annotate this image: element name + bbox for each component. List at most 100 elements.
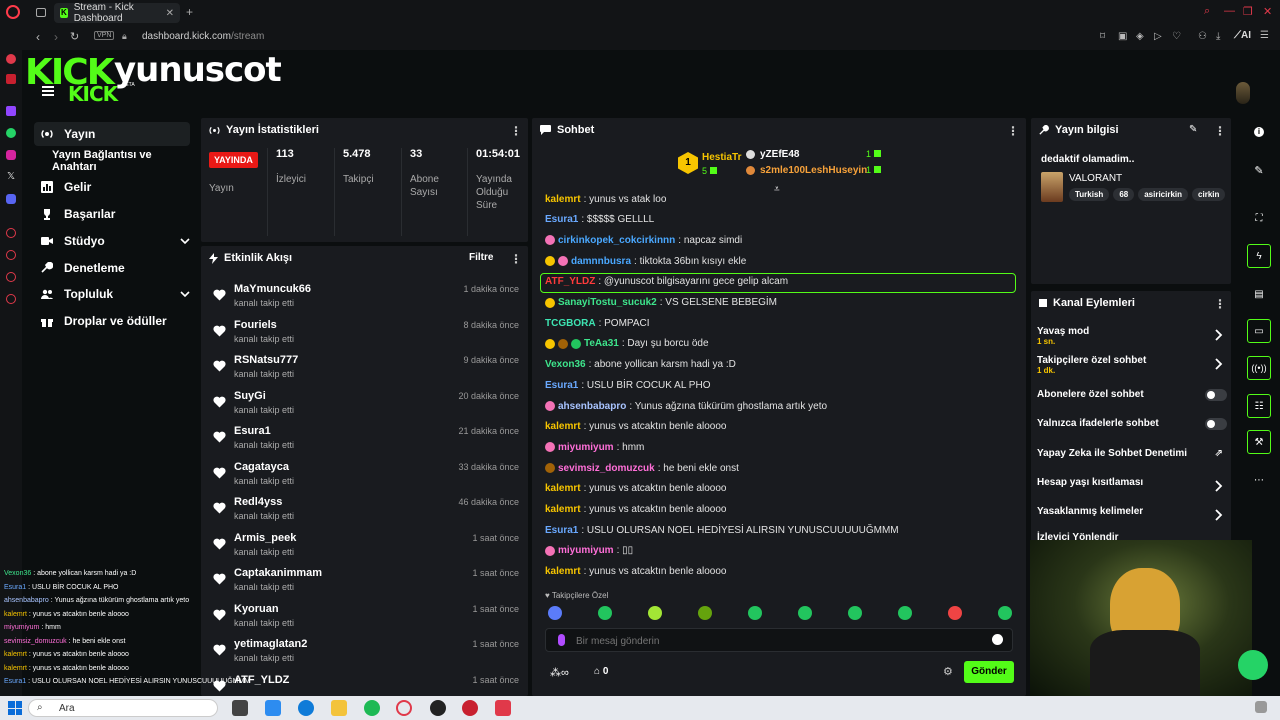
reload-icon[interactable]: ↻: [70, 30, 79, 43]
category-name[interactable]: VALORANT: [1069, 173, 1122, 184]
chat-username[interactable]: sevimsiz_domuzcuk: [558, 463, 655, 474]
chat-username[interactable]: Vexon36: [545, 359, 586, 370]
chat-message[interactable]: Vexon36: abone yollican karsm hadi ya :D: [545, 358, 736, 372]
spotify-icon[interactable]: [364, 700, 380, 716]
channel-action-item[interactable]: Hesap yaşı kısıtlaması: [1037, 477, 1227, 497]
nav-item-topluluk[interactable]: Topluluk: [34, 282, 190, 306]
chevron-right-icon[interactable]: [1215, 358, 1223, 370]
chat-message-input[interactable]: [576, 633, 956, 649]
chat-message[interactable]: SanayiTostu_sucuk2: VS GELSENE BEBEGİM: [545, 296, 777, 310]
settings-icon[interactable]: [6, 294, 16, 304]
chat-message[interactable]: sevimsiz_domuzcuk: he beni ekle onst: [545, 461, 739, 475]
more-options-icon[interactable]: ⋮: [1007, 124, 1019, 138]
chevron-right-icon[interactable]: [1215, 329, 1223, 341]
activity-item[interactable]: MaYmuncuk66 kanalı takip etti 1 dakika önc…: [209, 280, 521, 314]
channel-action-item[interactable]: Yasaklanmış kelimeler: [1037, 506, 1227, 526]
channel-action-item[interactable]: Yapay Zeka ile Sohbet Denetimi ⇗: [1037, 448, 1227, 468]
emote-icon[interactable]: [948, 606, 962, 620]
expand-leaderboard-icon[interactable]: ⩡: [774, 184, 780, 195]
chevron-down-icon[interactable]: [180, 236, 190, 246]
chat-username[interactable]: Esura1: [545, 525, 578, 536]
taskbar-search[interactable]: ⌕ Ara: [28, 699, 218, 717]
new-tab-button[interactable]: +: [186, 5, 193, 19]
minimize-window-icon[interactable]: —: [1224, 5, 1235, 17]
second-gifter-name[interactable]: yZEfE48: [760, 149, 799, 160]
tag[interactable]: cirkin: [1192, 188, 1226, 201]
browser-tab-active[interactable]: K Stream - Kick Dashboard ✕: [54, 2, 180, 24]
category-thumbnail[interactable]: [1041, 172, 1063, 202]
more-options-icon[interactable]: ⋮: [1214, 297, 1226, 311]
activity-item[interactable]: Esura1 kanalı takip etti 21 dakika önce: [209, 422, 521, 456]
activity-item[interactable]: Fouriels kanalı takip etti 8 dakika önce: [209, 316, 521, 350]
activity-item[interactable]: Armis_peek kanalı takip etti 1 saat önce: [209, 529, 521, 563]
chat-message[interactable]: kalemrt: yunus vs atcaktın benle aloooo: [545, 420, 726, 434]
downloads-icon[interactable]: ⤓: [1216, 31, 1220, 42]
browser-menu-icon[interactable]: ☰: [1260, 30, 1269, 41]
chat-message[interactable]: kalemrt: yunus vs atcaktın benle aloooo: [545, 565, 726, 579]
more-options-icon[interactable]: ⋮: [1214, 124, 1226, 138]
document-icon[interactable]: ▤: [1247, 282, 1271, 306]
nav-item-denetleme[interactable]: Denetleme: [34, 256, 190, 280]
more-options-icon[interactable]: ⋮: [510, 252, 522, 266]
top-gifter-name[interactable]: HestiaTr: [702, 152, 741, 163]
channel-action-item[interactable]: Abonelere özel sohbet: [1037, 389, 1227, 409]
chat-message[interactable]: cirkinkopek_cokcirkinnn: napcaz simdi: [545, 233, 742, 247]
chat-message[interactable]: TCGBORA: POMPACI: [545, 316, 650, 330]
emote-icon[interactable]: [598, 606, 612, 620]
chat-username[interactable]: ATF_YLDZ: [545, 276, 595, 287]
url-field[interactable]: dashboard.kick.com/stream: [142, 31, 264, 42]
channel-action-item[interactable]: Takipçilere özel sohbet 1 dk.: [1037, 355, 1227, 375]
aria-ai-button[interactable]: ⟋AI: [1234, 30, 1251, 41]
nav-item-studyo[interactable]: Stüdyo: [34, 229, 190, 253]
chat-username[interactable]: kalemrt: [545, 504, 581, 515]
chat-username[interactable]: miyumiyum: [558, 545, 614, 556]
activity-item[interactable]: yetimaglatan2 kanalı takip etti 1 saat önc…: [209, 635, 521, 669]
emote-icon[interactable]: [748, 606, 762, 620]
info-icon[interactable]: i: [1247, 120, 1271, 144]
chat-icon[interactable]: ▭: [1247, 319, 1271, 343]
vpn-badge[interactable]: VPN: [94, 31, 115, 40]
hamburger-menu-icon[interactable]: [42, 86, 54, 96]
player-icon[interactable]: [6, 272, 16, 282]
tag[interactable]: 68: [1113, 188, 1135, 201]
emote-icon[interactable]: [998, 606, 1012, 620]
workspaces-icon[interactable]: [36, 8, 46, 17]
chat-username[interactable]: Esura1: [545, 214, 578, 225]
wrench-icon[interactable]: ⚒: [1247, 430, 1271, 454]
nav-item-yayin[interactable]: Yayın: [34, 122, 190, 146]
obs-icon[interactable]: [430, 700, 446, 716]
edge-icon[interactable]: [298, 700, 314, 716]
discord-icon[interactable]: [6, 194, 16, 204]
task-view-icon[interactable]: [232, 700, 248, 716]
opera-gx-icon[interactable]: [6, 54, 16, 64]
tag[interactable]: asiricirkin: [1138, 188, 1189, 201]
chat-message[interactable]: Esura1: USLU OLURSAN NOEL HEDİYESİ ALIRS…: [545, 523, 899, 537]
lightning-icon[interactable]: ϟ: [1247, 244, 1271, 268]
chat-message[interactable]: kalemrt: yunus vs atcaktın benle aloooo: [545, 503, 726, 517]
stream-points-icon[interactable]: ⁂∞: [550, 666, 569, 679]
search-tabs-icon[interactable]: ⌕: [1204, 5, 1210, 18]
emote-icon[interactable]: [848, 606, 862, 620]
chat-username[interactable]: TCGBORA: [545, 318, 596, 329]
nav-item-stream-key[interactable]: Yayın Bağlantısı ve Anahtarı: [46, 149, 198, 173]
chat-settings-icon[interactable]: ⚙: [943, 665, 953, 678]
chat-message[interactable]: damnnbusra: tiktokta 36bın kısıyı ekle: [545, 254, 746, 268]
toggle-switch[interactable]: [1205, 389, 1227, 401]
broadcast-icon[interactable]: ((•)): [1247, 356, 1271, 380]
emote-icon[interactable]: [548, 606, 562, 620]
microphone-icon[interactable]: [558, 634, 565, 646]
x-twitter-icon[interactable]: 𝕏: [7, 171, 15, 182]
chat-message[interactable]: ahsenbabapro: Yunus ağzına tükürüm ghost…: [545, 399, 827, 413]
media-player-icon[interactable]: [462, 700, 478, 716]
bookmark-icon[interactable]: ⌑: [1100, 31, 1105, 42]
nav-item-droplar[interactable]: Droplar ve ödüller: [34, 309, 190, 333]
chat-username[interactable]: kalemrt: [545, 566, 581, 577]
chat-username[interactable]: TeAa31: [584, 338, 619, 349]
external-link-icon[interactable]: ⇗: [1215, 448, 1223, 459]
channel-action-item[interactable]: Yalnızca ifadelerle sohbet: [1037, 418, 1227, 438]
points-counter[interactable]: ⌂ 0: [594, 666, 608, 677]
third-gifter-name[interactable]: s2mle100LeshHuseyin: [760, 165, 867, 176]
chat-username[interactable]: kalemrt: [545, 483, 581, 494]
emote-icon[interactable]: [898, 606, 912, 620]
chat-username[interactable]: SanayiTostu_sucuk2: [558, 297, 657, 308]
